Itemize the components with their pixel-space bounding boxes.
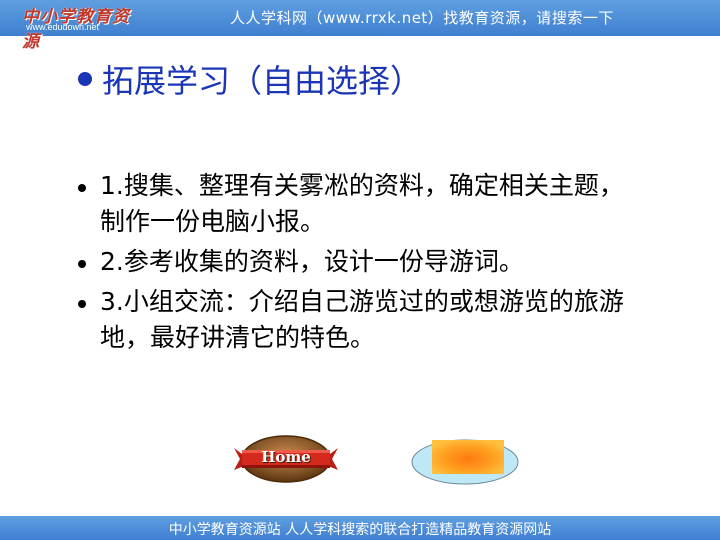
bullet-icon: [78, 300, 86, 308]
bottom-banner: 中小学教育资源站 人人学科搜索的联合打造精品教育资源网站: [0, 516, 720, 540]
content-list: 1.搜集、整理有关雾凇的资料，确定相关主题，制作一份电脑小报。 2.参考收集的资…: [78, 168, 638, 360]
footer-text[interactable]: 中小学教育资源站 人人学科搜索的联合打造精品教育资源网站: [0, 519, 720, 539]
bullet-icon: [78, 260, 86, 268]
list-item: 1.搜集、整理有关雾凇的资料，确定相关主题，制作一份电脑小报。: [78, 168, 638, 240]
banner-text[interactable]: 人人学科网（www.rrxk.net）找教育资源，请搜索一下: [230, 7, 614, 28]
list-item: 2.参考收集的资料，设计一份导游词。: [78, 244, 638, 280]
title-bullet-icon: [78, 72, 92, 86]
top-banner: 中小学教育资源 www.edudown.net 人人学科网（www.rrxk.n…: [0, 0, 720, 52]
slide-title: 拓展学习（自由选择）: [102, 62, 423, 100]
list-item-text: 3.小组交流：介绍自己游览过的或想游览的旅游地，最好讲清它的特色。: [100, 287, 624, 352]
home-button[interactable]: Home: [232, 434, 340, 484]
orange-badge-icon: [411, 439, 519, 485]
site-logo[interactable]: 中小学教育资源 www.edudown.net: [20, 2, 138, 52]
orange-button[interactable]: [410, 436, 520, 486]
list-item-text: 2.参考收集的资料，设计一份导游词。: [100, 247, 524, 276]
home-button-label: Home: [261, 448, 311, 466]
list-item: 3.小组交流：介绍自己游览过的或想游览的旅游地，最好讲清它的特色。: [78, 284, 638, 356]
slide-title-row: 拓展学习（自由选择）: [78, 56, 422, 102]
list-item-text: 1.搜集、整理有关雾凇的资料，确定相关主题，制作一份电脑小报。: [100, 171, 624, 236]
bullet-icon: [78, 184, 86, 192]
logo-url: www.edudown.net: [26, 22, 100, 32]
